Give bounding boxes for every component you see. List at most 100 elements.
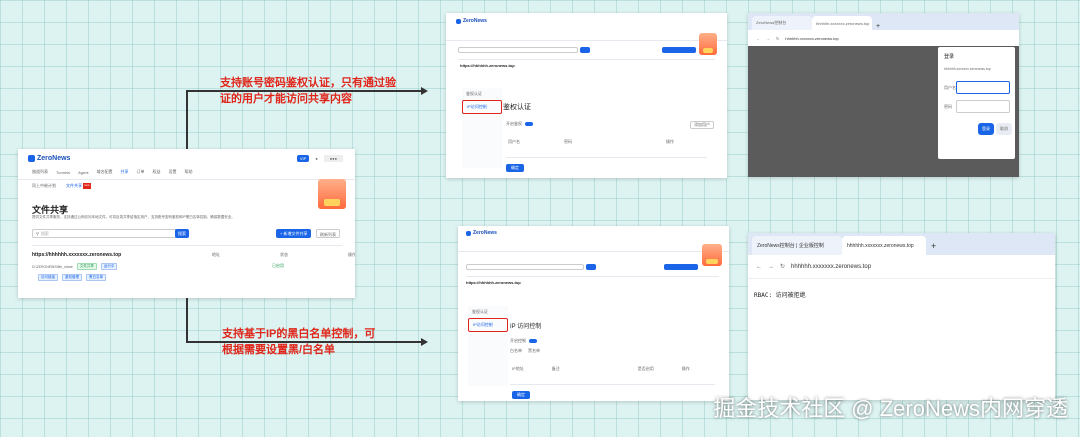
- search-button[interactable]: 搜索: [175, 229, 189, 238]
- ip-promo-banner[interactable]: [702, 244, 722, 266]
- rbac-body-text: RBAC: 访问被拒绝: [754, 292, 806, 299]
- share-row-tag-1: 运行中: [100, 263, 118, 270]
- auth-toggle-switch[interactable]: [525, 122, 533, 126]
- ip-toggle-switch[interactable]: [529, 339, 537, 343]
- nav-item-2[interactable]: Agent: [78, 170, 88, 175]
- arrow-top-head: [421, 87, 428, 95]
- login-address-bar: ← → ↻ hhhhhh.xxxxxxx.zeronews.top: [748, 30, 1019, 46]
- arrow-connector-vertical: [186, 90, 188, 149]
- nav-item-6[interactable]: 权益: [153, 169, 161, 175]
- ip-toggle-row: 开启控制: [510, 338, 537, 344]
- ip-row-url: https://hhhhhh.zeronews.top: [466, 280, 521, 285]
- login-reload-icon[interactable]: ↻: [776, 36, 779, 41]
- rbac-tab-1-label: hhhhhh.xxxxxxx.zeronews.top: [847, 242, 914, 249]
- zeronews-logo[interactable]: ZeroNews: [28, 155, 70, 162]
- ip-add-button[interactable]: [664, 264, 698, 270]
- subtab-0[interactable]: 同上中继计划: [32, 183, 56, 189]
- login-tab-1[interactable]: hhhhhh.xxxxxxx.zeronews.top: [812, 16, 872, 30]
- bell-icon[interactable]: ●: [315, 156, 317, 161]
- auth-menu-item-1[interactable]: IP访问控制: [462, 100, 502, 114]
- nav-item-1[interactable]: Tunnels: [56, 170, 70, 175]
- nav-item-5[interactable]: 订单: [137, 169, 145, 175]
- user-avatar[interactable]: ●●●: [323, 155, 343, 162]
- login-tab-1-label: hhhhhh.xxxxxxx.zeronews.top: [816, 20, 870, 26]
- auth-add-user-button[interactable]: 添加用户: [690, 121, 714, 129]
- login-password-input[interactable]: [956, 100, 1010, 113]
- rbac-tab-1[interactable]: hhhhhh.xxxxxxx.zeronews.top: [842, 236, 926, 255]
- auth-menu-item-0[interactable]: 鉴权认证: [462, 88, 502, 100]
- promo-banner[interactable]: [318, 179, 346, 209]
- auth-confirm-button[interactable]: 确定: [506, 164, 524, 172]
- main-screenshot: ZeroNews VIP ● ●●● 隧道列表 Tunnels Agent 域名…: [18, 149, 355, 298]
- caption-ip: 支持基于IP的黑白名单控制，可根据需要设置黑/白名单: [222, 328, 376, 356]
- row-action-auth[interactable]: 鉴权管理: [62, 274, 82, 281]
- nav-item-0[interactable]: 隧道列表: [32, 169, 48, 175]
- ip-logo-text: ZeroNews: [473, 230, 497, 236]
- rbac-reload-icon[interactable]: ↻: [780, 263, 785, 270]
- auth-title: 鉴权认证: [503, 104, 531, 111]
- ip-mode-whitelist[interactable]: 白名单: [510, 348, 522, 354]
- login-dialog-title: 登录: [944, 54, 955, 60]
- login-forward-icon[interactable]: →: [766, 36, 770, 41]
- nav-item-4[interactable]: 共享: [121, 169, 129, 175]
- ip-mode-blacklist[interactable]: 黑名单: [528, 348, 540, 354]
- nav-item-8[interactable]: 帮助: [185, 169, 193, 175]
- share-row-status: 已启用: [272, 263, 284, 268]
- refresh-button[interactable]: 刷新列表: [316, 229, 340, 238]
- nav-item-3[interactable]: 域名配置: [97, 169, 113, 175]
- auth-th-0: 用户名: [508, 139, 520, 144]
- search-input[interactable]: ⚲ 搜索: [32, 229, 187, 238]
- ip-confirm-button[interactable]: 确定: [512, 391, 530, 399]
- rbac-new-tab-icon[interactable]: +: [931, 241, 936, 251]
- page-description: 提供文件共享服务，支持通过公网访问本地文件。可将目录共享给指定用户，支持账号密码…: [32, 215, 235, 219]
- login-submit-button[interactable]: 登录: [978, 123, 994, 135]
- nav-item-7[interactable]: 设置: [169, 169, 177, 175]
- rbac-address-text[interactable]: hhhhhh.xxxxxxx.zeronews.top: [791, 264, 871, 270]
- auth-logo[interactable]: ZeroNews: [456, 18, 487, 24]
- share-row-tag-0: 文件共享: [76, 263, 97, 270]
- login-dialog: 登录 hhhhhh.xxxxxxx.zeronews.top 用户名 密码 登录…: [938, 47, 1015, 159]
- auth-search-button[interactable]: [580, 47, 590, 53]
- subtabs: 同上中继计划 文件共享 new: [32, 183, 91, 189]
- header-vip-button[interactable]: VIP: [296, 155, 310, 162]
- login-back-icon[interactable]: ←: [756, 36, 760, 41]
- rbac-back-icon[interactable]: ←: [756, 264, 762, 270]
- ip-mode-options: 白名单 黑名单: [510, 348, 540, 354]
- header-actions: VIP ● ●●●: [296, 155, 343, 162]
- add-share-button[interactable]: + 新增文件共享: [276, 229, 312, 238]
- ip-th-3: 操作: [681, 366, 690, 371]
- auth-search-input[interactable]: [458, 47, 578, 53]
- share-row-url[interactable]: https://hhhhhh.xxxxxxx.zeronews.top: [32, 252, 121, 258]
- auth-promo-banner[interactable]: [699, 33, 717, 55]
- row-action-ip[interactable]: 黑白名单: [86, 274, 106, 281]
- login-cancel-button[interactable]: 取消: [996, 123, 1012, 135]
- subtab-1[interactable]: 文件共享: [66, 183, 82, 189]
- ip-menu-item-0[interactable]: 鉴权认证: [468, 306, 508, 318]
- login-username-input[interactable]: [956, 81, 1010, 94]
- rbac-tab-0[interactable]: ZeroNews控制台 | 企业版控制: [752, 236, 842, 255]
- auth-logo-text: ZeroNews: [463, 18, 487, 24]
- auth-toggle-row: 开启鉴权: [506, 121, 533, 127]
- ip-logo[interactable]: ZeroNews: [466, 230, 497, 236]
- auth-add-button[interactable]: [662, 47, 696, 53]
- login-address-text[interactable]: hhhhhh.xxxxxxx.zeronews.top: [785, 36, 838, 41]
- column-headers: 地址 状态 操作: [212, 252, 355, 258]
- auth-th-2: 操作: [666, 139, 674, 144]
- login-tab-0[interactable]: ZeroNews控制台: [752, 16, 812, 30]
- rbac-forward-icon[interactable]: →: [768, 264, 774, 270]
- ip-screenshot: ZeroNews https://hhhhhh.zeronews.top 鉴权认…: [458, 226, 729, 401]
- ip-side-menu: 鉴权认证 IP访问控制: [468, 306, 508, 386]
- ip-menu-item-1[interactable]: IP访问控制: [468, 318, 508, 332]
- login-new-tab-icon[interactable]: +: [876, 23, 880, 30]
- login-browser-screenshot: ZeroNews控制台 hhhhhh.xxxxxxx.zeronews.top …: [748, 13, 1019, 177]
- ip-logo-icon: [466, 230, 471, 236]
- logo-icon: [28, 155, 35, 162]
- ip-search-button[interactable]: [586, 264, 596, 270]
- login-tab-0-label: ZeroNews控制台: [756, 20, 787, 25]
- ip-title: IP 访问控制: [510, 324, 542, 330]
- ip-search-input[interactable]: [466, 264, 584, 270]
- watermark-text: 掘金技术社区 @ ZeroNews内网穿透: [713, 396, 1068, 421]
- auth-logo-icon: [456, 18, 461, 24]
- row-action-link[interactable]: 访问链接: [38, 274, 58, 281]
- arrow-connector-vertical-bottom: [186, 298, 188, 342]
